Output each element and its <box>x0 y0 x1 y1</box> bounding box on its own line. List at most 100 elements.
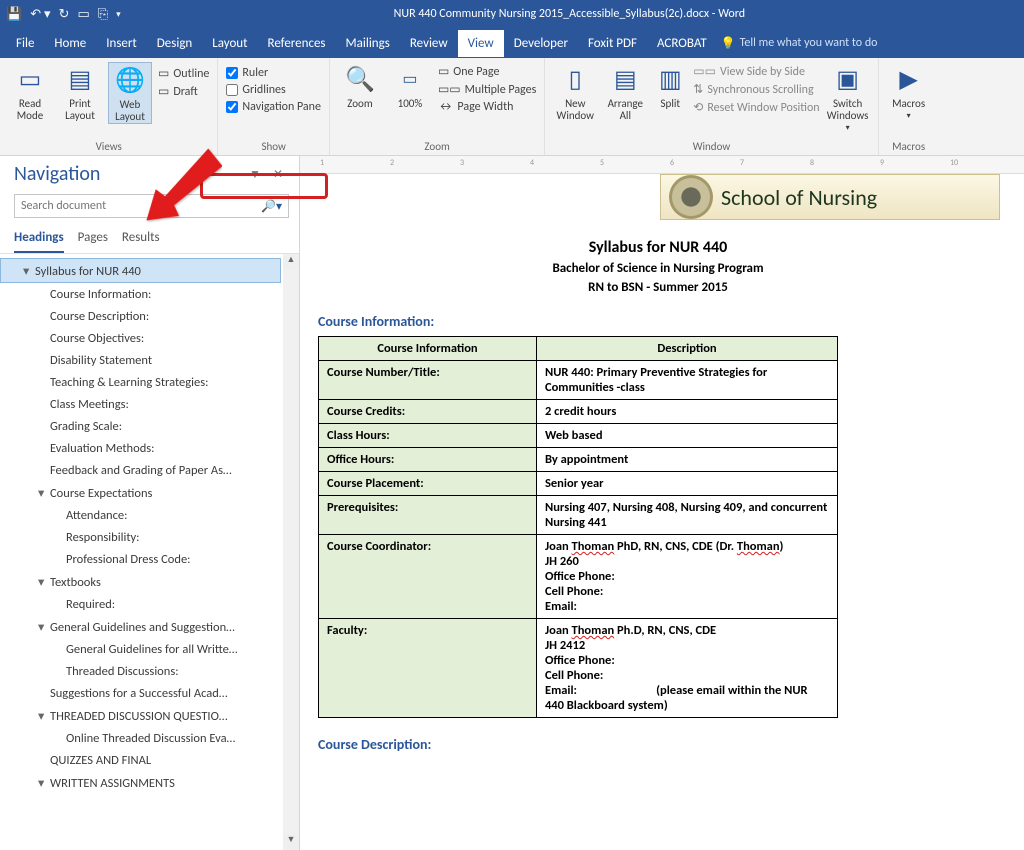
outline-button[interactable]: ▭ Outline <box>158 66 209 81</box>
tree-item[interactable]: ▾Textbooks <box>0 570 281 593</box>
tell-me-search[interactable]: 💡Tell me what you want to do <box>721 36 878 51</box>
course-info-table: Course InformationDescription Course Num… <box>318 336 838 718</box>
tab-design[interactable]: Design <box>147 30 202 57</box>
group-label-views: Views <box>8 138 209 153</box>
switch-windows-button[interactable]: ▣Switch Windows▾ <box>826 62 870 133</box>
qat-item-icon[interactable]: ▭ <box>77 7 89 22</box>
tree-item[interactable]: General Guidelines for all Writte… <box>0 638 281 660</box>
table-row: Course Coordinator:Joan Thoman PhD, RN, … <box>319 535 838 619</box>
print-layout-button[interactable]: ▤Print Layout <box>58 62 102 122</box>
document-body[interactable]: Syllabus for NUR 440 Bachelor of Science… <box>300 220 1024 753</box>
switch-windows-icon: ▣ <box>836 64 859 96</box>
navigation-dropdown-icon[interactable]: ▼ <box>243 167 267 182</box>
print-layout-icon: ▤ <box>69 64 92 96</box>
tree-item[interactable]: Disability Statement <box>0 349 281 371</box>
tree-item[interactable]: Professional Dress Code: <box>0 548 281 570</box>
read-mode-button[interactable]: ▭Read Mode <box>8 62 52 122</box>
zoom-button[interactable]: 🔍Zoom <box>338 62 382 110</box>
navigation-pane: Navigation ▼ ✕ 🔎▾ Headings Pages Results… <box>0 156 300 850</box>
navigation-search[interactable]: 🔎▾ <box>14 194 289 218</box>
navigation-pane-checkbox[interactable]: Navigation Pane <box>226 100 321 114</box>
undo-icon[interactable]: ↶ ▾ <box>30 7 50 22</box>
scroll-down-icon[interactable]: ▼ <box>283 834 299 850</box>
redo-icon[interactable]: ↻ <box>59 7 70 22</box>
view-side-by-side-button[interactable]: ▭▭ View Side by Side <box>693 64 819 79</box>
table-row: Course Placement:Senior year <box>319 472 838 496</box>
tree-item[interactable]: QUIZZES AND FINAL <box>0 749 281 771</box>
table-row: Class Hours:Web based <box>319 424 838 448</box>
ruler-checkbox[interactable]: Ruler <box>226 66 321 80</box>
tree-item[interactable]: ▾THREADED DISCUSSION QUESTIO… <box>0 704 281 727</box>
section-course-desc: Course Description: <box>318 736 998 753</box>
ribbon-view: ▭Read Mode ▤Print Layout 🌐Web Layout ▭ O… <box>0 58 1024 156</box>
macros-icon: ▶ <box>899 64 917 96</box>
tree-item[interactable]: Grading Scale: <box>0 415 281 437</box>
new-window-icon: ▯ <box>569 64 582 96</box>
save-icon[interactable]: 💾 <box>6 7 22 22</box>
tree-item[interactable]: ▾WRITTEN ASSIGNMENTS <box>0 771 281 794</box>
tree-item[interactable]: ▾General Guidelines and Suggestion… <box>0 615 281 638</box>
navigation-close-icon[interactable]: ✕ <box>267 167 289 182</box>
tree-item[interactable]: Feedback and Grading of Paper As… <box>0 459 281 481</box>
tab-developer[interactable]: Developer <box>504 30 578 57</box>
tab-insert[interactable]: Insert <box>96 30 147 57</box>
tree-item[interactable]: Attendance: <box>0 504 281 526</box>
nav-tab-pages[interactable]: Pages <box>78 230 108 253</box>
tab-references[interactable]: References <box>258 30 336 57</box>
nav-scrollbar[interactable]: ▲ ▼ <box>283 254 299 850</box>
zoom-100-button[interactable]: ▭100% <box>388 62 432 110</box>
split-button[interactable]: ▥Split <box>653 62 687 110</box>
tab-layout[interactable]: Layout <box>202 30 257 57</box>
arrange-all-button[interactable]: ▤Arrange All <box>603 62 647 122</box>
tree-item[interactable]: Evaluation Methods: <box>0 437 281 459</box>
tree-item[interactable]: Class Meetings: <box>0 393 281 415</box>
page-width-button[interactable]: ↔ Page Width <box>438 100 536 114</box>
banner-school-of-nursing: School of Nursing <box>660 174 1000 220</box>
tab-review[interactable]: Review <box>400 30 458 57</box>
draft-button[interactable]: ▭ Draft <box>158 84 209 99</box>
tab-file[interactable]: File <box>6 30 44 57</box>
tree-item[interactable]: Threaded Discussions: <box>0 660 281 682</box>
tab-foxit[interactable]: Foxit PDF <box>578 30 647 57</box>
tab-mailings[interactable]: Mailings <box>336 30 400 57</box>
tree-item[interactable]: Online Threaded Discussion Eva… <box>0 727 281 749</box>
tree-item[interactable]: Course Description: <box>0 305 281 327</box>
document-area[interactable]: 12345678910 School of Nursing Syllabus f… <box>300 156 1024 850</box>
doc-title: Syllabus for NUR 440 <box>318 238 998 257</box>
group-label-show: Show <box>226 138 321 153</box>
group-views: ▭Read Mode ▤Print Layout 🌐Web Layout ▭ O… <box>0 58 218 155</box>
tree-item[interactable]: Course Objectives: <box>0 327 281 349</box>
tree-item[interactable]: Responsibility: <box>0 526 281 548</box>
search-icon[interactable]: 🔎▾ <box>255 199 288 214</box>
one-page-button[interactable]: ▭ One Page <box>438 64 536 79</box>
tree-item[interactable]: Course Information: <box>0 283 281 305</box>
sync-scrolling-button: ⇅ Synchronous Scrolling <box>693 82 819 97</box>
macros-button[interactable]: ▶Macros▾ <box>887 62 931 121</box>
qat-customize-icon[interactable]: ▾ <box>116 9 121 20</box>
tree-item[interactable]: ▾Course Expectations <box>0 481 281 504</box>
gridlines-checkbox[interactable]: Gridlines <box>226 83 321 97</box>
tree-item[interactable]: Suggestions for a Successful Acad… <box>0 682 281 704</box>
tab-acrobat[interactable]: ACROBAT <box>647 30 717 57</box>
nav-tab-results[interactable]: Results <box>122 230 160 253</box>
tree-item[interactable]: ▾Syllabus for NUR 440 <box>0 258 281 283</box>
tab-home[interactable]: Home <box>44 30 96 57</box>
search-input[interactable] <box>15 199 255 213</box>
horizontal-ruler[interactable]: 12345678910 <box>300 156 1024 174</box>
navigation-title: Navigation <box>14 162 243 186</box>
tab-view[interactable]: View <box>458 30 504 57</box>
new-window-button[interactable]: ▯New Window <box>553 62 597 122</box>
nav-tab-headings[interactable]: Headings <box>14 230 64 253</box>
multiple-pages-button[interactable]: ▭▭ Multiple Pages <box>438 82 536 97</box>
table-row: Faculty:Joan Thoman Ph.D, RN, CNS, CDEJH… <box>319 619 838 718</box>
web-layout-button[interactable]: 🌐Web Layout <box>108 62 152 124</box>
seal-icon <box>669 175 713 219</box>
group-zoom: 🔍Zoom ▭100% ▭ One Page ▭▭ Multiple Pages… <box>330 58 545 155</box>
tree-item[interactable]: Teaching & Learning Strategies: <box>0 371 281 393</box>
menu-bar: File Home Insert Design Layout Reference… <box>0 28 1024 58</box>
arrange-icon: ▤ <box>614 64 637 96</box>
tree-item[interactable]: Required: <box>0 593 281 615</box>
qat-item-icon[interactable]: ⎘ <box>98 7 108 22</box>
percent-icon: ▭ <box>402 64 417 96</box>
scroll-up-icon[interactable]: ▲ <box>283 254 299 270</box>
